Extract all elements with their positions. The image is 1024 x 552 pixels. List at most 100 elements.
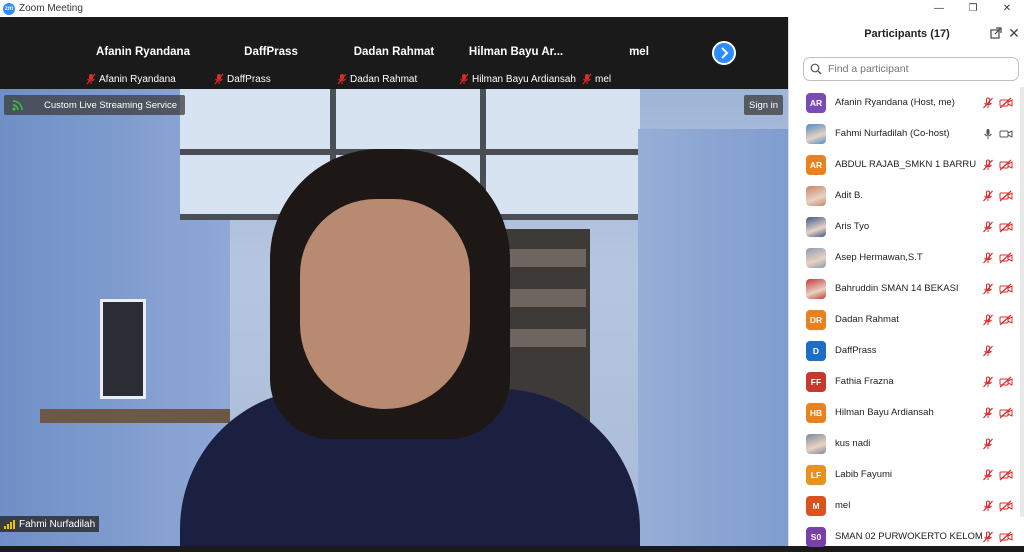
active-speaker-video[interactable]: Custom Live Streaming Service Sign in Fa…: [0, 89, 788, 546]
participant-row[interactable]: HB Hilman Bayu Ardiansah: [789, 397, 1024, 428]
avatar: AR: [806, 92, 826, 113]
video-off-icon[interactable]: [999, 376, 1013, 388]
speaker-figure: [300, 199, 470, 409]
video-background: [100, 299, 146, 399]
video-off-icon[interactable]: [999, 531, 1013, 543]
video-tile[interactable]: DaffPrass DaffPrass: [212, 19, 330, 89]
participant-row[interactable]: Fahmi Nurfadilah (Co-host): [789, 118, 1024, 149]
tile-label: mel: [582, 72, 611, 86]
chevron-right-icon: [721, 47, 729, 59]
meeting-area: Afanin Ryandana Afanin Ryandana DaffPras…: [0, 17, 788, 546]
participant-row[interactable]: Mmel: [789, 490, 1024, 521]
video-background: [504, 249, 586, 267]
video-off-icon[interactable]: [999, 283, 1013, 295]
participant-search[interactable]: [803, 57, 1019, 81]
participant-row[interactable]: S0 SMAN 02 PURWOKERTO KELOMP...: [789, 521, 1024, 552]
sign-in-label: Sign in: [749, 99, 779, 111]
video-tile[interactable]: mel mel: [580, 19, 698, 89]
video-off-icon[interactable]: [999, 190, 1013, 202]
close-panel-button[interactable]: ✕: [1007, 25, 1021, 42]
participant-row[interactable]: Asep Hermawan,S.T: [789, 242, 1024, 273]
mic-muted-icon[interactable]: [982, 97, 994, 109]
mic-muted-icon[interactable]: [982, 190, 994, 202]
zoom-logo-icon: zm: [3, 2, 15, 15]
video-tile[interactable]: Hilman Bayu Ar... Hilman Bayu Ardiansah: [457, 19, 576, 89]
participant-name: Bahruddin SMAN 14 BEKASI: [835, 283, 959, 294]
avatar: S0: [806, 526, 826, 547]
tile-label-text: Dadan Rahmat: [350, 73, 418, 85]
mic-muted-icon: [86, 73, 96, 85]
participant-name: Adit B.: [835, 190, 863, 201]
mic-muted-icon[interactable]: [982, 407, 994, 419]
avatar: D: [806, 340, 826, 361]
close-button[interactable]: ✕: [990, 0, 1024, 17]
participant-row[interactable]: D DaffPrass: [789, 335, 1024, 366]
mic-muted-icon[interactable]: [982, 159, 994, 171]
video-off-icon[interactable]: [999, 469, 1013, 481]
participant-name: Dadan Rahmat: [835, 314, 899, 325]
mic-muted-icon[interactable]: [982, 469, 994, 481]
video-off-icon[interactable]: [999, 500, 1013, 512]
participant-row[interactable]: AR Afanin Ryandana (Host, me): [789, 87, 1024, 118]
participant-list: AR Afanin Ryandana (Host, me) Fahmi Nurfad…: [789, 87, 1024, 552]
participant-name: Fathia Frazna: [835, 376, 894, 387]
video-off-icon[interactable]: [999, 159, 1013, 171]
participant-name: DaffPrass: [835, 345, 877, 356]
mic-muted-icon: [582, 73, 592, 85]
mic-muted-icon[interactable]: [982, 314, 994, 326]
participant-name: SMAN 02 PURWOKERTO KELOMP...: [835, 531, 983, 542]
avatar: [806, 433, 826, 454]
tile-label-text: Afanin Ryandana: [99, 73, 176, 85]
search-input[interactable]: [828, 63, 1008, 75]
mic-muted-icon[interactable]: [982, 252, 994, 264]
video-background: [638, 129, 788, 546]
video-off-icon[interactable]: [999, 221, 1013, 233]
live-streaming-badge[interactable]: Custom Live Streaming Service: [4, 95, 186, 115]
participant-row[interactable]: AR ABDUL RAJAB_SMKN 1 BARRU: [789, 149, 1024, 180]
search-icon: [810, 63, 822, 75]
video-off-icon[interactable]: [999, 407, 1013, 419]
mic-muted-icon[interactable]: [982, 221, 994, 233]
participant-name: Aris Tyo: [835, 221, 870, 232]
avatar: [806, 185, 826, 206]
mic-muted-icon[interactable]: [982, 500, 994, 512]
sign-in-button[interactable]: Sign in: [744, 95, 784, 115]
avatar: [806, 247, 826, 268]
mic-muted-icon[interactable]: [982, 438, 994, 450]
mic-muted-icon[interactable]: [982, 345, 994, 357]
participant-row[interactable]: Aris Tyo: [789, 211, 1024, 242]
gallery-strip: Afanin Ryandana Afanin Ryandana DaffPras…: [0, 17, 788, 89]
tile-label: Hilman Bayu Ardiansah: [459, 72, 576, 86]
participant-row[interactable]: Adit B.: [789, 180, 1024, 211]
tile-label-text: DaffPrass: [227, 73, 271, 85]
mic-muted-icon[interactable]: [982, 376, 994, 388]
video-off-icon[interactable]: [999, 97, 1013, 109]
video-off-icon[interactable]: [999, 314, 1013, 326]
mic-icon[interactable]: [982, 128, 994, 140]
participant-row[interactable]: FF Fathia Frazna: [789, 366, 1024, 397]
next-page-button[interactable]: [712, 41, 736, 65]
tile-name: Hilman Bayu Ar...: [468, 46, 564, 58]
window-controls: — ❐ ✕: [922, 0, 1024, 17]
window-title: Zoom Meeting: [19, 3, 83, 14]
scrollbar[interactable]: [1020, 87, 1024, 517]
participant-row[interactable]: LF Labib Fayumi: [789, 459, 1024, 490]
video-tile[interactable]: Dadan Rahmat Dadan Rahmat: [335, 19, 453, 89]
participant-row[interactable]: kus nadi: [789, 428, 1024, 459]
speaker-name-label: Fahmi Nurfadilah: [0, 516, 100, 532]
mic-muted-icon[interactable]: [982, 283, 994, 295]
video-tile[interactable]: Afanin Ryandana Afanin Ryandana: [84, 19, 202, 89]
participant-name: Hilman Bayu Ardiansah: [835, 407, 934, 418]
video-on-icon[interactable]: [999, 128, 1013, 140]
avatar: [806, 123, 826, 144]
avatar: AR: [806, 154, 826, 175]
participant-row[interactable]: Bahruddin SMAN 14 BEKASI: [789, 273, 1024, 304]
mic-muted-icon[interactable]: [982, 531, 994, 543]
participant-name: mel: [835, 500, 851, 511]
pop-out-icon[interactable]: [990, 27, 1002, 39]
video-off-icon[interactable]: [999, 252, 1013, 264]
restore-button[interactable]: ❐: [956, 0, 990, 17]
participant-row[interactable]: DR Dadan Rahmat: [789, 304, 1024, 335]
minimize-button[interactable]: —: [922, 0, 956, 17]
participant-name: Fahmi Nurfadilah (Co-host): [835, 128, 950, 139]
